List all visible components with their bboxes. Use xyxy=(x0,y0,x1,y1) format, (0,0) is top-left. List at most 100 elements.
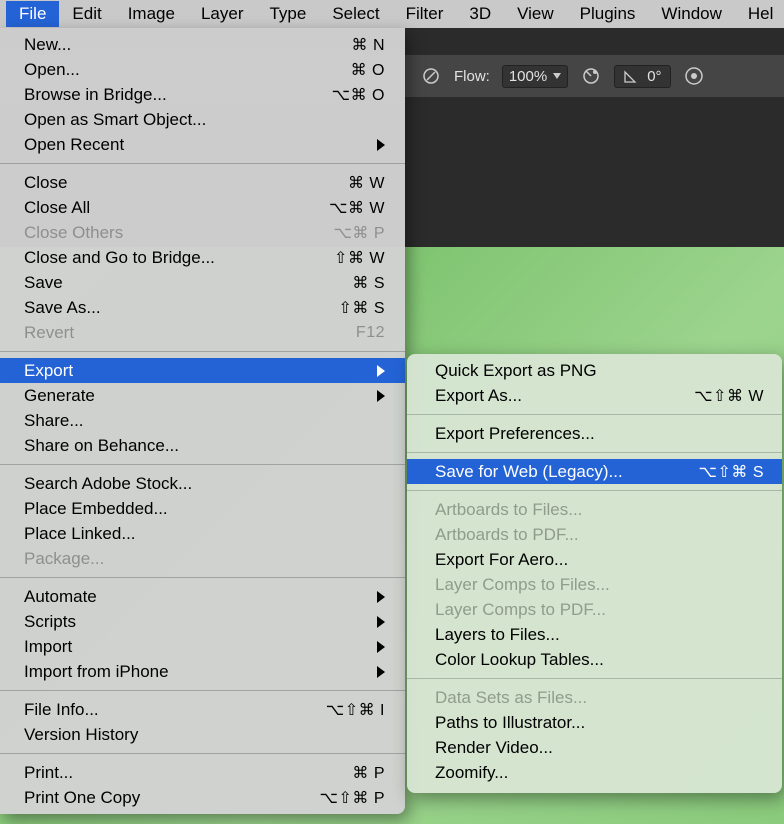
flow-value: 100% xyxy=(509,68,547,85)
menu-item-label: Render Video... xyxy=(435,738,553,758)
file-menu-item-version-history[interactable]: Version History xyxy=(0,722,405,747)
menu-separator xyxy=(407,414,782,415)
chevron-right-icon xyxy=(377,365,385,377)
file-menu-item-file-info[interactable]: File Info...⌥⇧⌘ I xyxy=(0,697,405,722)
file-menu-item-share[interactable]: Share... xyxy=(0,408,405,433)
menubar-item-plugins[interactable]: Plugins xyxy=(567,1,649,27)
menu-separator xyxy=(0,690,405,691)
export-item-zoomify[interactable]: Zoomify... xyxy=(407,760,782,785)
export-item-paths-to-illustrator[interactable]: Paths to Illustrator... xyxy=(407,710,782,735)
menu-separator xyxy=(0,464,405,465)
file-menu-item-browse-in-bridge[interactable]: Browse in Bridge...⌥⌘ O xyxy=(0,82,405,107)
menu-item-label: Search Adobe Stock... xyxy=(24,474,192,494)
menu-item-label: Open as Smart Object... xyxy=(24,110,206,130)
menu-item-label: Place Embedded... xyxy=(24,499,168,519)
menu-item-label: Export For Aero... xyxy=(435,550,568,570)
file-menu-item-save-as[interactable]: Save As...⇧⌘ S xyxy=(0,295,405,320)
export-item-quick-export-as-png[interactable]: Quick Export as PNG xyxy=(407,358,782,383)
export-item-render-video[interactable]: Render Video... xyxy=(407,735,782,760)
menubar-item-filter[interactable]: Filter xyxy=(393,1,457,27)
file-menu-item-print-one-copy[interactable]: Print One Copy⌥⇧⌘ P xyxy=(0,785,405,810)
menu-item-label: Layers to Files... xyxy=(435,625,560,645)
file-menu-item-share-on-behance[interactable]: Share on Behance... xyxy=(0,433,405,458)
menu-item-label: Export Preferences... xyxy=(435,424,595,444)
file-menu-item-open-recent[interactable]: Open Recent xyxy=(0,132,405,157)
menubar-item-hel[interactable]: Hel xyxy=(735,1,784,27)
chevron-right-icon xyxy=(377,139,385,151)
menubar-item-3d[interactable]: 3D xyxy=(456,1,504,27)
airbrush-icon[interactable] xyxy=(420,65,442,87)
menu-item-label: Import xyxy=(24,637,72,657)
file-menu-item-export[interactable]: Export xyxy=(0,358,405,383)
export-item-layers-to-files[interactable]: Layers to Files... xyxy=(407,622,782,647)
file-menu-item-open-as-smart-object[interactable]: Open as Smart Object... xyxy=(0,107,405,132)
menubar-item-edit[interactable]: Edit xyxy=(59,1,114,27)
menu-item-shortcut: ⌘ O xyxy=(351,60,385,80)
menu-item-label: Share on Behance... xyxy=(24,436,179,456)
menu-separator xyxy=(407,452,782,453)
angle-value: 0° xyxy=(647,68,661,85)
menu-item-shortcut: ⌥⇧⌘ W xyxy=(694,386,764,406)
file-menu-item-import-from-iphone[interactable]: Import from iPhone xyxy=(0,659,405,684)
menu-item-label: Color Lookup Tables... xyxy=(435,650,604,670)
menubar-item-file[interactable]: File xyxy=(6,1,59,27)
file-menu-item-place-linked[interactable]: Place Linked... xyxy=(0,521,405,546)
menu-item-label: Close Others xyxy=(24,223,123,243)
file-menu-item-package: Package... xyxy=(0,546,405,571)
menu-item-label: Artboards to PDF... xyxy=(435,525,579,545)
flow-input[interactable]: 100% xyxy=(502,65,568,88)
menu-item-label: Quick Export as PNG xyxy=(435,361,597,381)
menubar-item-window[interactable]: Window xyxy=(648,1,734,27)
menu-item-label: Package... xyxy=(24,549,104,569)
export-item-export-as[interactable]: Export As... ⌥⇧⌘ W xyxy=(407,383,782,408)
angle-input[interactable]: 0° xyxy=(614,65,670,88)
menu-item-shortcut: F12 xyxy=(356,324,385,342)
file-menu-item-open[interactable]: Open... ⌘ O xyxy=(0,57,405,82)
file-menu-item-new[interactable]: New... ⌘ N xyxy=(0,32,405,57)
menu-item-label: Import from iPhone xyxy=(24,662,169,682)
airbrush-buildup-icon[interactable] xyxy=(580,65,602,87)
menubar-item-select[interactable]: Select xyxy=(319,1,392,27)
file-menu-item-print[interactable]: Print...⌘ P xyxy=(0,760,405,785)
menu-item-label: Share... xyxy=(24,411,84,431)
file-menu-item-close[interactable]: Close⌘ W xyxy=(0,170,405,195)
export-item-save-for-web-legacy[interactable]: Save for Web (Legacy)...⌥⇧⌘ S xyxy=(407,459,782,484)
menu-item-label: Generate xyxy=(24,386,95,406)
menu-item-label: Save for Web (Legacy)... xyxy=(435,462,623,482)
menu-item-label: New... xyxy=(24,35,71,55)
menubar: FileEditImageLayerTypeSelectFilter3DView… xyxy=(0,0,784,28)
menu-item-shortcut: ⌘ N xyxy=(352,35,386,55)
menubar-item-layer[interactable]: Layer xyxy=(188,1,257,27)
menu-item-label: Export As... xyxy=(435,386,522,406)
menu-item-shortcut: ⌥⌘ P xyxy=(333,223,385,243)
export-item-export-preferences[interactable]: Export Preferences... xyxy=(407,421,782,446)
angle-icon xyxy=(623,68,639,84)
export-item-data-sets-as-files: Data Sets as Files... xyxy=(407,685,782,710)
menu-item-label: Open... xyxy=(24,60,80,80)
file-menu-item-generate[interactable]: Generate xyxy=(0,383,405,408)
menubar-item-type[interactable]: Type xyxy=(256,1,319,27)
file-menu-item-scripts[interactable]: Scripts xyxy=(0,609,405,634)
export-item-color-lookup-tables[interactable]: Color Lookup Tables... xyxy=(407,647,782,672)
export-item-layer-comps-to-pdf: Layer Comps to PDF... xyxy=(407,597,782,622)
menu-item-shortcut: ⇧⌘ S xyxy=(338,298,385,318)
menubar-item-image[interactable]: Image xyxy=(115,1,188,27)
pressure-size-icon[interactable] xyxy=(683,65,705,87)
menu-item-label: Data Sets as Files... xyxy=(435,688,587,708)
chevron-down-icon xyxy=(553,73,561,79)
file-menu-item-import[interactable]: Import xyxy=(0,634,405,659)
export-item-export-for-aero[interactable]: Export For Aero... xyxy=(407,547,782,572)
menu-separator xyxy=(407,678,782,679)
file-menu-item-automate[interactable]: Automate xyxy=(0,584,405,609)
file-menu-item-place-embedded[interactable]: Place Embedded... xyxy=(0,496,405,521)
file-menu-item-search-adobe-stock[interactable]: Search Adobe Stock... xyxy=(0,471,405,496)
file-menu-item-save[interactable]: Save⌘ S xyxy=(0,270,405,295)
menubar-item-view[interactable]: View xyxy=(504,1,567,27)
file-menu-item-close-all[interactable]: Close All⌥⌘ W xyxy=(0,195,405,220)
menu-item-label: Close and Go to Bridge... xyxy=(24,248,215,268)
menu-item-label: Export xyxy=(24,361,73,381)
menu-item-label: Paths to Illustrator... xyxy=(435,713,585,733)
menu-item-label: Automate xyxy=(24,587,97,607)
menu-item-label: Open Recent xyxy=(24,135,124,155)
file-menu-item-close-and-go-to-bridge[interactable]: Close and Go to Bridge...⇧⌘ W xyxy=(0,245,405,270)
